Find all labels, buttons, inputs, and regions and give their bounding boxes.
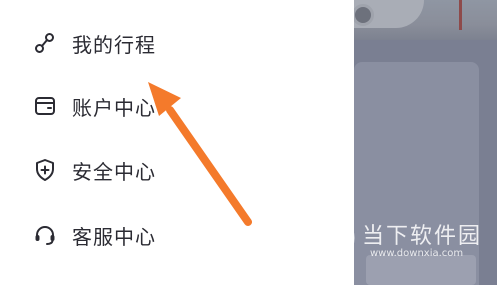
menu-item-label: 账户中心 (72, 95, 156, 120)
menu-item-account-center[interactable]: 账户中心 (32, 89, 156, 123)
headset-icon (32, 222, 58, 248)
booking-field (366, 255, 476, 285)
car-wheel (354, 4, 374, 26)
side-drawer: 我的行程 账户中心 安全中心 客服中心 (0, 0, 354, 285)
route-icon (32, 30, 58, 56)
wallet-icon (32, 93, 58, 119)
menu-item-my-trips[interactable]: 我的行程 (32, 26, 156, 60)
banner-pole (459, 0, 462, 30)
menu-item-security-center[interactable]: 安全中心 (32, 153, 156, 187)
car-image (354, 0, 424, 28)
menu-item-customer-service[interactable]: 客服中心 (32, 218, 156, 252)
menu-item-label: 我的行程 (72, 32, 156, 57)
watermark-url: www.downxia.com (370, 248, 464, 259)
menu-item-label: 客服中心 (72, 224, 156, 249)
watermark-logo (312, 210, 356, 262)
watermark-title: 当下软件园 (362, 224, 483, 249)
shield-plus-icon (32, 157, 58, 183)
menu-item-label: 安全中心 (72, 159, 156, 184)
banner-image (354, 0, 497, 40)
